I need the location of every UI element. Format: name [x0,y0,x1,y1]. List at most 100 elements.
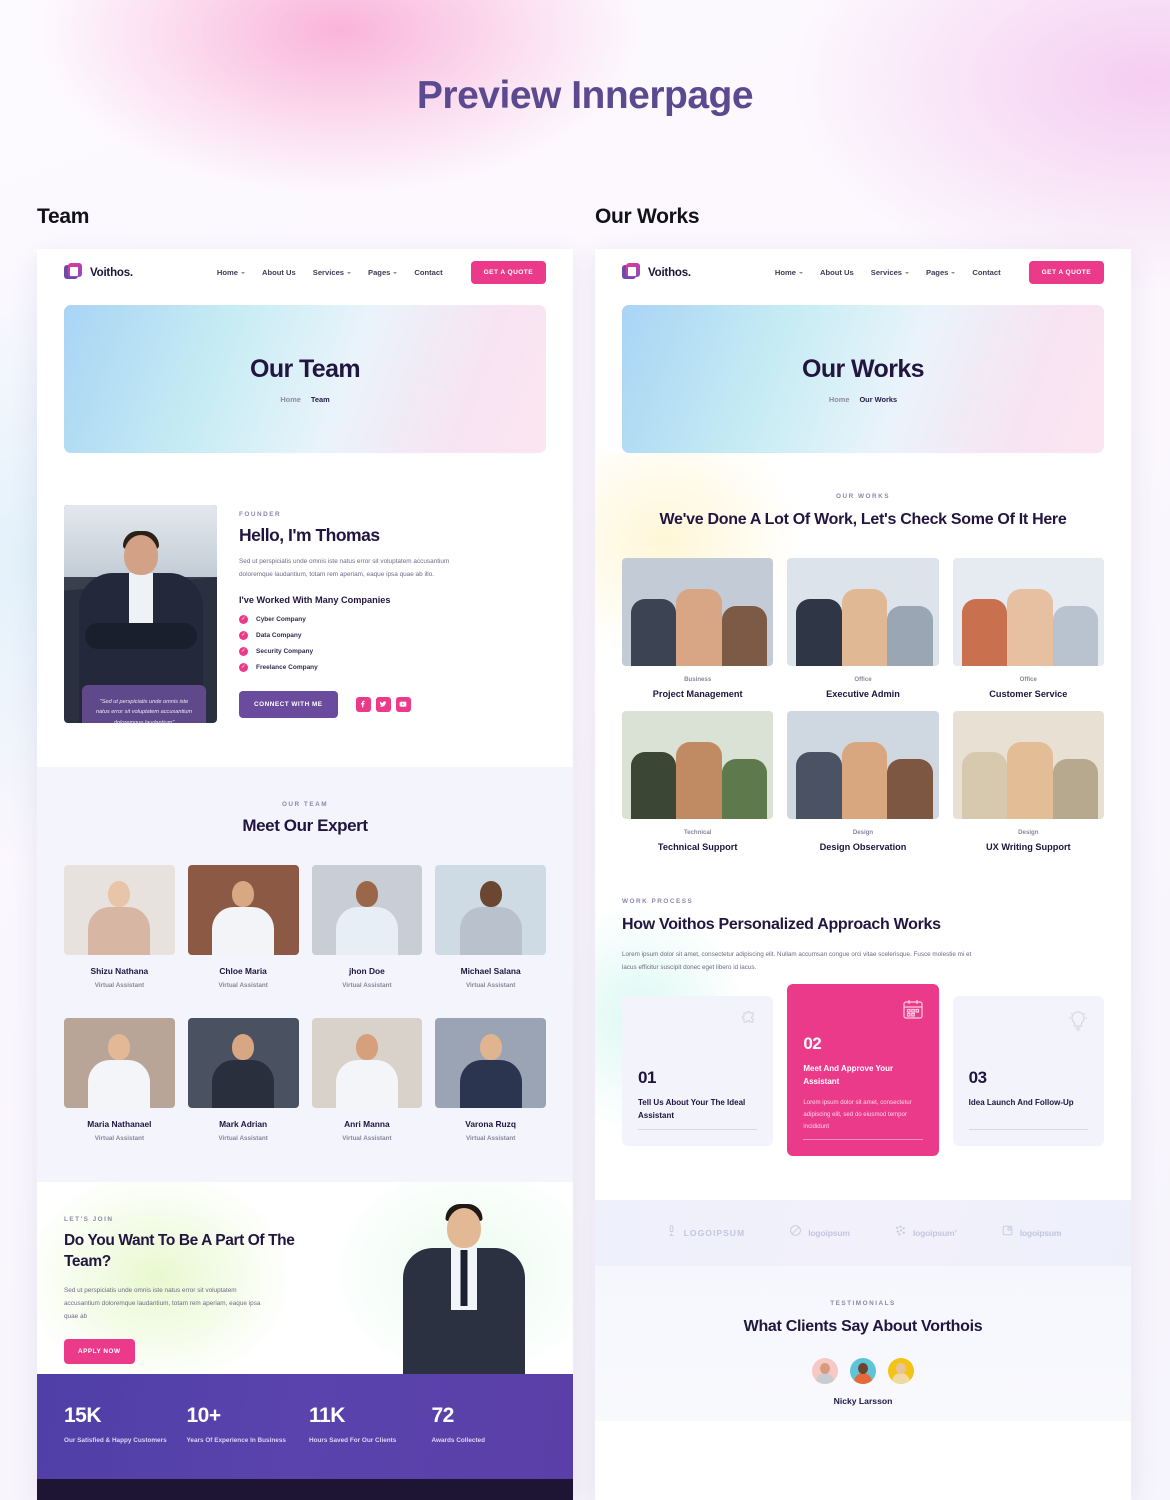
nav-link-services[interactable]: Services [312,268,352,277]
site-footer [37,1478,573,1500]
process-title: Meet And Approve Your Assistant [803,1064,894,1086]
breadcrumb-home[interactable]: Home [280,395,301,404]
work-title: Executive Admin [826,689,900,700]
stat-label: Hours Saved For Our Clients [309,1437,397,1444]
expert-card[interactable]: jhon Doe Virtual Assistant [311,865,423,989]
expert-role: Virtual Assistant [342,1135,392,1142]
stat-value: 10+ [186,1404,222,1427]
column-label-team: Team [37,205,90,228]
testimonials-heading: What Clients Say About Vorthois [743,1318,983,1336]
testimonials-section: TESTIMONIALS What Clients Say About Vort… [595,1266,1131,1422]
youtube-icon[interactable] [395,696,411,712]
avatar[interactable] [888,1357,914,1384]
nav-link-pages[interactable]: Pages [368,268,398,277]
process-number: 02 [803,1034,822,1054]
breadcrumb: Home Team [280,395,329,404]
team-page-preview[interactable]: Voithos. Home About Us Services Pages Co… [37,249,573,1500]
expert-card[interactable]: Michael Salana Virtual Assistant [435,865,546,989]
breadcrumb-home[interactable]: Home [829,395,850,404]
expert-card[interactable]: Anri Manna Virtual Assistant [311,1018,423,1142]
avatar [64,1018,175,1108]
twitter-icon[interactable] [375,696,391,712]
expert-card[interactable]: Mark Adrian Virtual Assistant [187,1018,299,1142]
client-logo-text: logoipsum [808,1228,850,1239]
expert-card[interactable]: Varona Ruzq Virtual Assistant [435,1018,546,1142]
chevron-down-icon [347,271,352,274]
join-team-cta-section: LET'S JOIN Do You Want To Be A Part Of T… [37,1182,573,1374]
work-card[interactable]: Design Design Observation [787,711,939,852]
expert-card[interactable]: Shizu Nathana Virtual Assistant [64,865,175,989]
work-thumbnail [787,558,939,667]
nav-label: Services [312,268,345,277]
testimonial-name: Nicky Larsson [833,1395,893,1406]
nav-link-about[interactable]: About Us [820,268,854,277]
apply-now-button[interactable]: APPLY NOW [64,1338,135,1364]
process-eyebrow: WORK PROCESS [622,898,694,906]
team-hero-banner: Our Team Home Team [64,305,546,453]
work-card[interactable]: Office Customer Service [952,558,1104,699]
work-card[interactable]: Business Project Management [622,558,774,700]
nav-link-contact[interactable]: Contact [414,268,442,277]
stat-item: 15K Our Satisfied & Happy Customers [64,1404,179,1447]
process-number: 03 [968,1068,987,1088]
get-a-quote-button[interactable]: GET A QUOTE [1028,261,1104,284]
work-title: Project Management [652,689,743,700]
calendar-icon [901,997,925,1021]
avatar[interactable] [850,1357,876,1384]
experts-heading: Meet Our Expert [242,816,368,835]
brand-logo[interactable]: Voithos. [622,263,691,282]
avatar [311,1018,423,1108]
join-person-photo [389,1202,539,1374]
works-hero-banner: Our Works Home Our Works [622,305,1104,453]
get-a-quote-button[interactable]: GET A QUOTE [470,261,546,284]
site-navbar: Voithos. Home About Us Services Pages Co… [595,249,1131,296]
brand-logo[interactable]: Voithos. [64,263,133,282]
expert-role: Virtual Assistant [465,982,516,989]
social-links [355,696,411,712]
process-card[interactable]: 01 Tell Us About Your The Ideal Assistan… [622,996,774,1147]
brand-name: Voithos. [648,266,691,279]
founder-heading: Hello, I'm Thomas [239,525,380,545]
works-eyebrow: OUR WORKS [836,493,890,500]
process-card[interactable]: 02 Meet And Approve Your Assistant Lorem… [787,984,939,1157]
check-icon: ✓ [239,630,248,640]
facebook-icon[interactable] [355,696,371,712]
works-grid: Business Project Management Office Execu… [622,558,1104,852]
founder-testimonial-card: "Sed ut perspiciatis unde omnis iste nat… [82,684,206,723]
breadcrumb-current: Team [310,394,330,404]
brand-name: Voithos. [90,266,133,279]
nav-link-about[interactable]: About Us [262,268,296,277]
list-item: ✓ Cyber Company [239,614,546,624]
nav-link-services[interactable]: Services [871,268,910,277]
avatar [64,865,175,955]
expert-card[interactable]: Chloe Maria Virtual Assistant [187,865,299,989]
nav-label: Pages [368,268,391,277]
stat-label: Our Satisfied & Happy Customers [64,1437,167,1444]
column-label-works: Our Works [595,205,700,228]
expert-card[interactable]: Maria Nathanael Virtual Assistant [64,1018,175,1142]
work-card[interactable]: Office Executive Admin [787,558,939,700]
work-thumbnail [787,711,939,820]
nav-link-home[interactable]: Home [217,268,246,277]
nav-link-contact[interactable]: Contact [972,268,1000,277]
works-page-preview[interactable]: Voithos. Home About Us Services Pages Co… [595,249,1131,1500]
work-card[interactable]: Design UX Writing Support [952,711,1104,852]
mic-icon [665,1224,678,1242]
avatar[interactable] [812,1357,838,1384]
site-navbar: Voithos. Home About Us Services Pages Co… [37,249,573,296]
work-thumbnail [622,558,774,667]
work-thumbnail [952,558,1104,667]
work-card[interactable]: Technical Technical Support [622,711,774,853]
chevron-down-icon [241,271,246,274]
divider [968,1129,1088,1131]
nav-link-home[interactable]: Home [775,268,804,277]
nav-link-pages[interactable]: Pages [926,268,956,277]
avatar [435,1018,546,1108]
connect-with-me-button[interactable]: CONNECT WITH ME [239,690,338,718]
process-card[interactable]: 03 Idea Launch And Follow-Up [952,996,1104,1147]
our-works-section: OUR WORKS We've Done A Lot Of Work, Let'… [595,453,1131,853]
work-title: Technical Support [657,842,738,853]
page-title: Preview Innerpage [416,74,754,117]
chevron-down-icon [951,271,956,274]
stat-value: 11K [309,1404,345,1427]
